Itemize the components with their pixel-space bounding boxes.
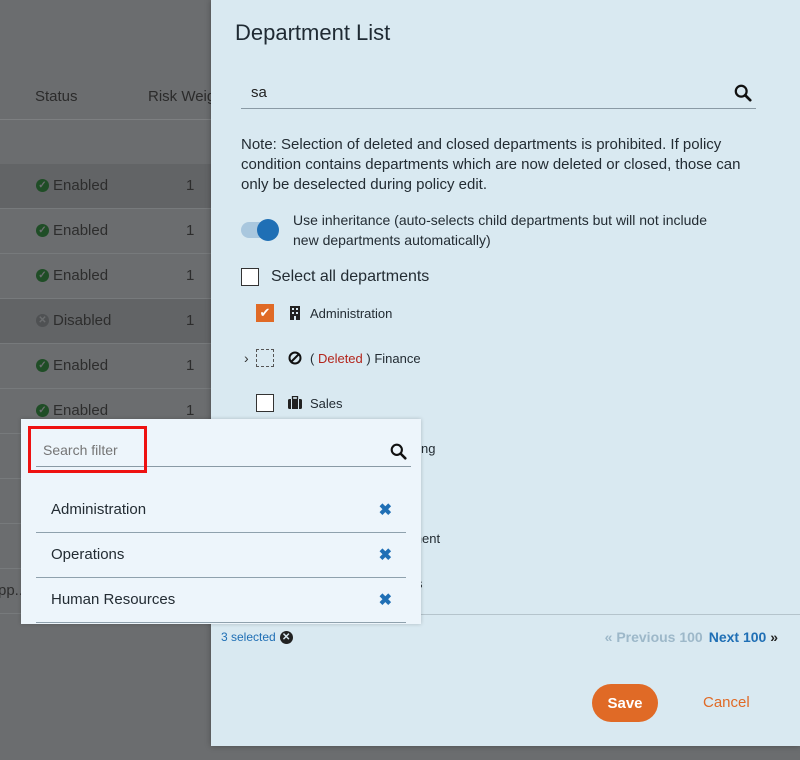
status-text: Enabled (53, 222, 109, 239)
selected-departments-popup: Administration✖Operations✖Human Resource… (21, 419, 421, 624)
risk-weight-cell: 1 (186, 312, 195, 329)
department-item-sales[interactable]: Sales (256, 394, 343, 412)
checkbox-unchecked[interactable] (256, 394, 274, 412)
department-name: Finance (374, 350, 421, 366)
selected-count-label[interactable]: 3 selected (221, 630, 276, 644)
status-text: Enabled (53, 267, 109, 284)
modal-title: Department List (235, 20, 391, 45)
selected-item-label: Administration (51, 501, 147, 518)
department-name: Sales (310, 395, 343, 411)
status-text: Enabled (53, 402, 109, 419)
deleted-label: Deleted (317, 350, 363, 366)
list-item: Administration ✖ (36, 488, 406, 533)
clear-selection-icon[interactable]: ✕ (279, 630, 293, 644)
status-cell: ✓ Enabled (36, 402, 108, 419)
inheritance-toggle[interactable] (241, 219, 279, 241)
status-text: Enabled (53, 177, 109, 194)
column-status: Status (35, 88, 78, 105)
search-icon[interactable] (390, 443, 407, 460)
department-search-value[interactable]: sa (251, 84, 267, 101)
risk-weight-cell: 1 (186, 267, 195, 284)
partial-item-text: ng (421, 441, 436, 456)
department-item-finance: ( Deleted ) Finance (256, 349, 421, 367)
next-page-label[interactable]: Next 100 (709, 629, 767, 645)
previous-page-button: « Previous 100 (604, 629, 703, 645)
status-cell: ✓ Enabled (36, 177, 108, 194)
previous-page-label: Previous 100 (616, 629, 703, 645)
expand-chevron-icon[interactable]: › (244, 350, 249, 366)
select-all-checkbox[interactable] (241, 268, 259, 286)
briefcase-icon (288, 396, 302, 409)
selection-note: Note: Selection of deleted and closed de… (241, 136, 741, 193)
check-circle-icon: ✓ (36, 179, 49, 192)
building-icon (290, 306, 300, 320)
status-cell: ✓ Enabled (36, 267, 108, 284)
department-search[interactable]: sa (241, 80, 756, 109)
department-item-administration[interactable]: ✔ Administration (256, 304, 392, 322)
risk-weight-cell: 1 (186, 222, 195, 239)
inheritance-label: Use inheritance (auto-selects child depa… (293, 212, 707, 248)
highlight-box (28, 426, 147, 473)
risk-weight-cell: 1 (186, 357, 195, 374)
column-risk-weight: Risk Weig (148, 88, 216, 105)
remove-icon[interactable]: ✖ (379, 590, 392, 610)
status-cell: ✓ Enabled (36, 222, 108, 239)
check-circle-icon: ✓ (36, 404, 49, 417)
cancel-button[interactable]: Cancel (697, 693, 756, 712)
pagination: « Previous 100 Next 100 » (605, 629, 778, 645)
status-text: Disabled (53, 312, 112, 329)
risk-weight-cell: 1 (186, 177, 195, 194)
deleted-prefix: ( (310, 350, 318, 366)
select-all-row[interactable]: Select all departments (241, 268, 429, 286)
risk-weight-cell: 1 (186, 402, 195, 419)
remove-icon[interactable]: ✖ (379, 545, 392, 565)
selected-item-label: Operations (51, 546, 125, 563)
search-icon[interactable] (734, 84, 752, 102)
select-all-label: Select all departments (271, 268, 430, 285)
save-button[interactable]: Save (592, 684, 658, 722)
selected-count[interactable]: 3 selected ✕ (221, 630, 293, 644)
checkbox-disabled (256, 349, 274, 367)
checkbox-checked[interactable]: ✔ (256, 304, 274, 322)
status-cell: ✓ Enabled (36, 357, 108, 374)
department-list-modal: Department List sa Note: Selection of de… (211, 0, 800, 746)
check-circle-icon: ✓ (36, 224, 49, 237)
selected-item-label: Human Resources (51, 591, 176, 608)
department-name: Administration (310, 305, 393, 321)
x-circle-icon: ✕ (36, 314, 49, 327)
check-circle-icon: ✓ (36, 359, 49, 372)
remove-icon[interactable]: ✖ (379, 500, 392, 520)
check-circle-icon: ✓ (36, 269, 49, 282)
ban-icon (288, 351, 302, 365)
list-item: Operations ✖ (36, 533, 406, 578)
deleted-suffix: ) (362, 350, 375, 366)
list-item: Human Resources ✖ (36, 578, 406, 623)
double-chevron-right-icon[interactable]: » (770, 629, 778, 645)
toggle-knob[interactable] (257, 219, 279, 241)
next-page-button[interactable]: Next 100 » (709, 629, 778, 645)
status-text: Enabled (53, 357, 109, 374)
status-cell: ✕ Disabled (36, 312, 111, 329)
